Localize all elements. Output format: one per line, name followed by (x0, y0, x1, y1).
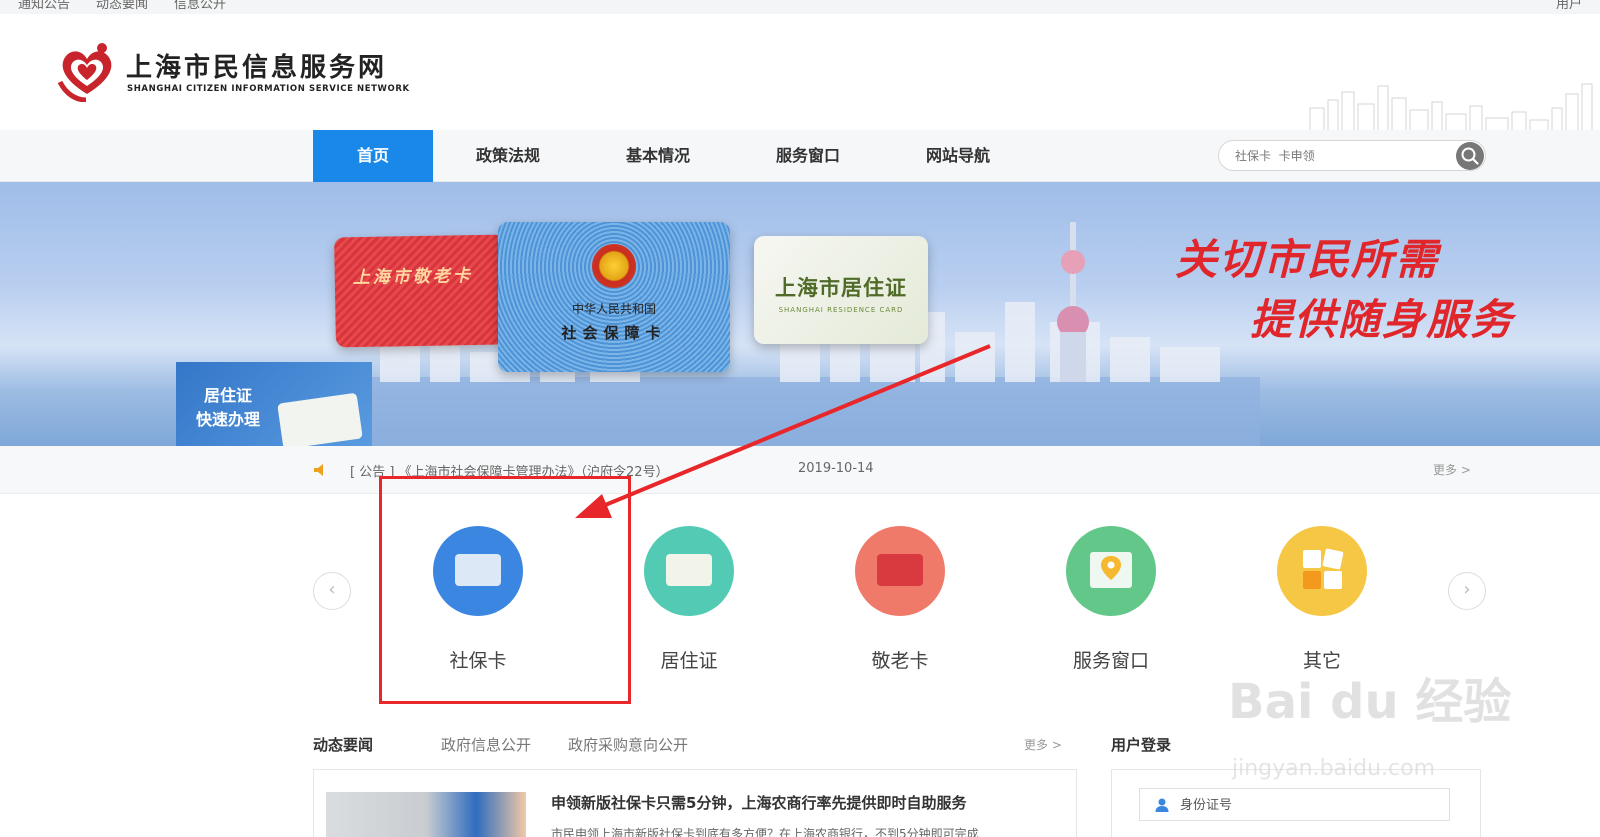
social-security-card-image: 中华人民共和国 社会保障卡 (498, 222, 730, 372)
notice-bar: [ 公告 ] 《上海市社会保障卡管理办法》（沪府令22号） 2019-10-14… (0, 446, 1600, 494)
carousel-next-button[interactable]: › (1448, 572, 1486, 610)
news-summary: 市民申领上海市新版社保卡到底有多方便？在上海农商银行，不到5分钟即可完成 (551, 827, 979, 837)
service-window[interactable]: 服务窗口 (1036, 526, 1186, 673)
social-card-line1: 中华人民共和国 (571, 302, 656, 316)
tab-gov-info[interactable]: 政府信息公开 (441, 734, 531, 755)
notice-date: 2019-10-14 (798, 461, 874, 476)
search-box (1218, 140, 1486, 171)
service-label-senior-card: 敬老卡 (871, 650, 929, 672)
login-title: 用户登录 (1111, 736, 1172, 754)
service-label-window: 服务窗口 (1072, 650, 1149, 672)
map-pin-icon (1066, 526, 1156, 616)
nav-home[interactable]: 首页 (313, 130, 433, 182)
hero-banner[interactable]: 上海市敬老卡 中华人民共和国 社会保障卡 上海市居住证 SHANGHAI RES… (0, 182, 1600, 446)
senior-card-icon (855, 526, 945, 616)
top-link-notice[interactable]: 通知公告 (18, 0, 70, 12)
highlight-box-annotation (379, 476, 631, 704)
service-residence-card[interactable]: 居住证 (614, 526, 764, 673)
watermark-brand: Bai du 经验 (1228, 674, 1512, 730)
residence-card-text: 上海市居住证 (775, 276, 907, 300)
baidu-watermark: Bai du 经验 jingyan.baidu.com (1228, 662, 1518, 794)
banner-slogan-line2: 提供随身服务 (1250, 295, 1515, 344)
senior-card-image: 上海市敬老卡 (334, 234, 506, 348)
national-emblem-icon (592, 244, 636, 288)
nav-site-map[interactable]: 网站导航 (898, 130, 1018, 182)
nav-policy[interactable]: 政策法规 (448, 130, 568, 182)
speaker-icon (314, 464, 323, 476)
news-thumbnail[interactable] (326, 792, 526, 837)
blocks-icon (1277, 526, 1367, 616)
senior-card-text: 上海市敬老卡 (352, 266, 473, 289)
residence-card-image: 上海市居住证 SHANGHAI RESIDENCE CARD (754, 236, 928, 344)
residence-card-icon (644, 526, 734, 616)
top-user-link[interactable]: 用户 (1556, 0, 1582, 12)
news-headline[interactable]: 申领新版社保卡只需5分钟，上海农商行率先提供即时自助服务 (551, 792, 966, 813)
carousel-prev-button[interactable]: ‹ (313, 572, 351, 610)
residence-card-en-text: SHANGHAI RESIDENCE CARD (778, 306, 904, 314)
id-number-input[interactable] (1180, 795, 1430, 815)
banner-slogan-line1: 关切市民所需 (1175, 235, 1440, 284)
mini-residence-card-icon (277, 392, 363, 446)
tab-news[interactable]: 动态要闻 (313, 734, 373, 755)
top-link-news[interactable]: 动态要闻 (96, 0, 148, 12)
social-card-line2: 社会保障卡 (561, 324, 667, 342)
top-link-disclosure[interactable]: 信息公开 (174, 0, 226, 12)
quick-line2: 快速办理 (196, 410, 261, 429)
site-subtitle: SHANGHAI CITIZEN INFORMATION SERVICE NET… (127, 84, 410, 94)
news-more-link[interactable]: 更多 > (1024, 736, 1062, 753)
search-button[interactable] (1456, 142, 1484, 170)
news-panel: 申领新版社保卡只需5分钟，上海农商行率先提供即时自助服务 市民申领上海市新版社保… (313, 769, 1077, 837)
chevron-right-icon: › (1463, 579, 1471, 600)
site-title[interactable]: 上海市民信息服务网 (126, 47, 387, 84)
watermark-url: jingyan.baidu.com (1232, 756, 1436, 781)
person-icon (1155, 798, 1169, 812)
page: 通知公告 动态要闻 信息公开 用户 上海市民信息服务网 SHANGHAI CIT… (0, 0, 1600, 837)
logo-icon[interactable] (56, 42, 118, 102)
chevron-left-icon: ‹ (328, 579, 336, 600)
search-input[interactable] (1235, 146, 1445, 166)
top-utility-bar: 通知公告 动态要闻 信息公开 用户 (0, 0, 1600, 14)
nav-basic-info[interactable]: 基本情况 (598, 130, 718, 182)
service-label-residence-card: 居住证 (660, 650, 718, 672)
nav-service-window[interactable]: 服务窗口 (748, 130, 868, 182)
service-other[interactable]: 其它 (1247, 526, 1397, 673)
top-links: 通知公告 动态要闻 信息公开 (18, 0, 226, 12)
quick-line1: 居住证 (204, 386, 253, 405)
service-senior-card[interactable]: 敬老卡 (825, 526, 975, 673)
residence-quick-link[interactable]: 居住证 快速办理 (176, 362, 372, 446)
search-icon (1461, 147, 1479, 165)
tab-procurement[interactable]: 政府采购意向公开 (568, 734, 688, 755)
notice-more-link[interactable]: 更多 > (1433, 461, 1471, 478)
main-nav: 首页 政策法规 基本情况 服务窗口 网站导航 (0, 130, 1600, 182)
site-header: 上海市民信息服务网 SHANGHAI CITIZEN INFORMATION S… (0, 14, 1600, 144)
